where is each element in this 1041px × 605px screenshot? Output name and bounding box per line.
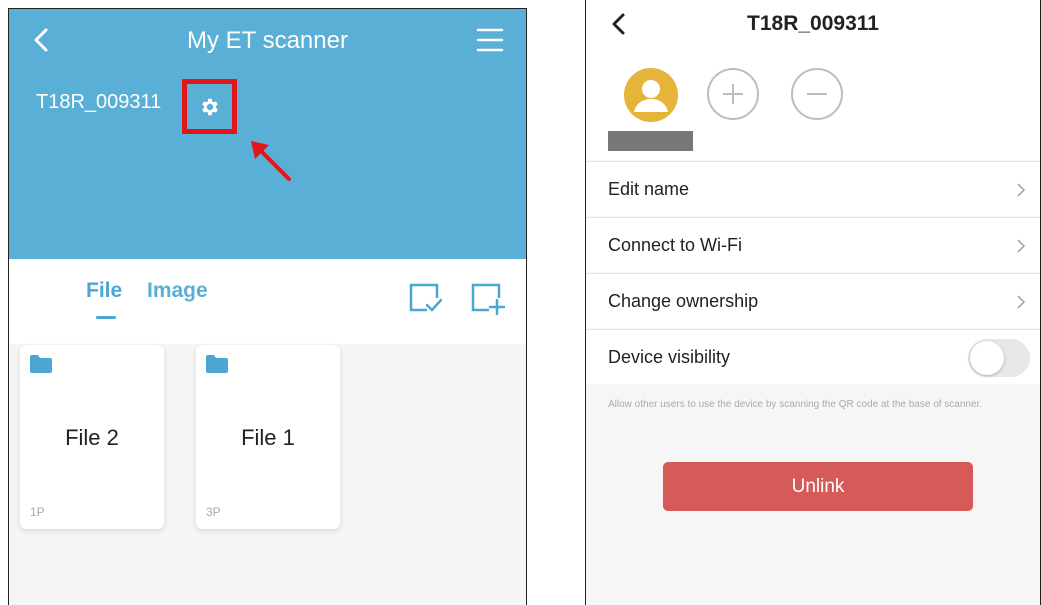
file-name: File 1	[241, 425, 295, 450]
left-phone-screen: My ET scanner T18R_009311 File Image Fil…	[8, 8, 527, 605]
row-label: Edit name	[608, 179, 690, 199]
gear-icon[interactable]	[199, 96, 221, 118]
edit-name-row[interactable]: Edit name	[586, 161, 1040, 216]
change-ownership-row[interactable]: Change ownership	[586, 273, 1040, 328]
user-silhouette-icon	[634, 80, 668, 112]
connect-wifi-row[interactable]: Connect to Wi-Fi	[586, 217, 1040, 272]
page-title: T18R_009311	[747, 12, 879, 35]
page-title: My ET scanner	[187, 27, 348, 54]
right-phone-screen: T18R_009311 Edit name Connect to Wi-Fi C…	[585, 0, 1041, 605]
folder-icon	[206, 355, 228, 373]
add-member-button[interactable]	[707, 68, 759, 120]
unlink-button[interactable]: Unlink	[663, 462, 973, 511]
select-check-icon[interactable]	[407, 281, 443, 315]
add-folder-icon[interactable]	[469, 281, 505, 315]
device-name: T18R_009311	[36, 91, 162, 113]
tab-file[interactable]: File	[86, 279, 122, 303]
file-card[interactable]: File 2 1P	[20, 345, 164, 529]
tab-bar: File Image	[9, 259, 526, 344]
row-label: Change ownership	[608, 291, 759, 311]
folder-icon	[30, 355, 52, 373]
settings-button-highlight[interactable]	[182, 79, 237, 134]
redacted-username	[608, 131, 693, 151]
chevron-right-icon	[1017, 239, 1026, 253]
plus-icon	[723, 84, 743, 104]
scanner-header: My ET scanner T18R_009311	[9, 9, 526, 259]
tab-image[interactable]: Image	[147, 279, 208, 303]
red-arrow-annotation	[251, 141, 291, 181]
file-name: File 2	[65, 425, 119, 450]
page-count: 1P	[30, 505, 45, 519]
visibility-help-text: Allow other users to use the device by s…	[608, 399, 983, 410]
toggle-knob	[970, 341, 1004, 375]
minus-icon	[807, 93, 827, 95]
active-tab-indicator	[96, 316, 116, 319]
visibility-toggle[interactable]	[968, 339, 1030, 377]
row-label: Connect to Wi-Fi	[608, 235, 743, 255]
chevron-right-icon	[1017, 183, 1026, 197]
chevron-right-icon	[1017, 295, 1026, 309]
device-header: T18R_009311	[586, 0, 1040, 160]
user-avatar-icon[interactable]	[624, 68, 678, 122]
device-visibility-row: Device visibility	[586, 329, 1040, 384]
row-label: Device visibility	[608, 347, 731, 367]
remove-member-button[interactable]	[791, 68, 843, 120]
hamburger-menu-icon[interactable]	[476, 27, 504, 53]
file-card[interactable]: File 1 3P	[196, 345, 340, 529]
page-count: 3P	[206, 505, 221, 519]
